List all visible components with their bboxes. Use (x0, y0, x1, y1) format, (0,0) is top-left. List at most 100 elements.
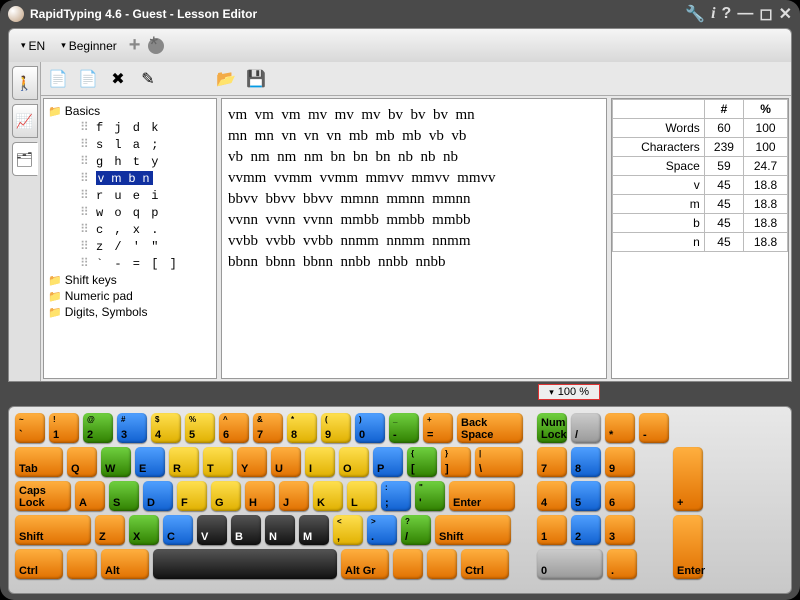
key-[interactable]: += (423, 413, 453, 443)
delete-icon[interactable]: ✖ (107, 68, 129, 90)
tab-run[interactable]: 🚶 (12, 66, 38, 100)
key-2[interactable]: @2 (83, 413, 113, 443)
key-p[interactable]: P (373, 447, 403, 477)
key-enter[interactable]: Enter (449, 481, 515, 511)
tree-lesson[interactable]: ` - = [ ] (48, 255, 212, 272)
numpad-key-2[interactable]: 2 (571, 515, 601, 545)
key-ctrl[interactable]: Ctrl (15, 549, 63, 579)
key-e[interactable]: E (135, 447, 165, 477)
key-4[interactable]: $4 (151, 413, 181, 443)
tree-lesson[interactable]: c , x . (48, 221, 212, 238)
key-backspace[interactable]: Back Space (457, 413, 523, 443)
key-i[interactable]: I (305, 447, 335, 477)
key-b[interactable]: B (231, 515, 261, 545)
key-blank[interactable] (393, 549, 423, 579)
info-icon[interactable]: i (711, 5, 715, 23)
tree-folder-basics[interactable]: Basics (48, 103, 212, 119)
key-n[interactable]: N (265, 515, 295, 545)
help-icon[interactable]: ? (722, 5, 732, 23)
key-1[interactable]: !1 (49, 413, 79, 443)
tree-lesson[interactable]: r u e i (48, 187, 212, 204)
numpad-key-1[interactable]: 1 (537, 515, 567, 545)
key-[interactable]: :; (381, 481, 411, 511)
tab-lessons[interactable]: 🗂 (12, 142, 38, 176)
key-[interactable]: {[ (407, 447, 437, 477)
key-l[interactable]: L (347, 481, 377, 511)
lesson-tree[interactable]: Basicsf j d ks l a ;g h t yv m b nr u e … (43, 98, 217, 379)
key-ctrl[interactable]: Ctrl (461, 549, 509, 579)
numpad-key-3[interactable]: 3 (605, 515, 635, 545)
key-[interactable]: ~` (15, 413, 45, 443)
key-v[interactable]: V (197, 515, 227, 545)
numpad-key-[interactable]: / (571, 413, 601, 443)
key-alt[interactable]: Alt (101, 549, 149, 579)
minimize-icon[interactable]: — (737, 5, 753, 23)
numpad-key-enter[interactable]: Enter (673, 515, 703, 579)
new-file-icon[interactable]: 📄 (47, 68, 69, 90)
key-[interactable]: "' (415, 481, 445, 511)
numpad-key-[interactable]: * (605, 413, 635, 443)
tab-stats[interactable]: 📈 (12, 104, 38, 138)
key-a[interactable]: A (75, 481, 105, 511)
key-[interactable]: |\ (475, 447, 523, 477)
tree-lesson[interactable]: g h t y (48, 153, 212, 170)
key-altgr[interactable]: Alt Gr (341, 549, 389, 579)
language-dropdown[interactable]: EN (17, 37, 49, 55)
numpad-key-6[interactable]: 6 (605, 481, 635, 511)
key-8[interactable]: *8 (287, 413, 317, 443)
key-6[interactable]: ^6 (219, 413, 249, 443)
numpad-key-[interactable]: . (607, 549, 637, 579)
key-0[interactable]: )0 (355, 413, 385, 443)
key-d[interactable]: D (143, 481, 173, 511)
numpad-key-9[interactable]: 9 (605, 447, 635, 477)
maximize-icon[interactable]: ◻ (759, 4, 772, 24)
key-blank[interactable] (427, 549, 457, 579)
numpad-key-[interactable]: - (639, 413, 669, 443)
key-[interactable]: >. (367, 515, 397, 545)
key-[interactable]: ?/ (401, 515, 431, 545)
key-y[interactable]: Y (237, 447, 267, 477)
key-j[interactable]: J (279, 481, 309, 511)
new-lesson-icon[interactable]: 📄 (77, 68, 99, 90)
key-k[interactable]: K (313, 481, 343, 511)
key-r[interactable]: R (169, 447, 199, 477)
key-f[interactable]: F (177, 481, 207, 511)
key-c[interactable]: C (163, 515, 193, 545)
key-s[interactable]: S (109, 481, 139, 511)
settings-icon[interactable] (148, 38, 164, 54)
tree-lesson[interactable]: v m b n (48, 170, 212, 187)
numpad-key-8[interactable]: 8 (571, 447, 601, 477)
key-9[interactable]: (9 (321, 413, 351, 443)
key-h[interactable]: H (245, 481, 275, 511)
save-icon[interactable]: 💾 (245, 68, 267, 90)
tree-lesson[interactable]: z / ' " (48, 238, 212, 255)
tree-lesson[interactable]: w o q p (48, 204, 212, 221)
key-blank[interactable] (153, 549, 337, 579)
lesson-text[interactable]: vm vm vm mv mv mv bv bv bv mn mn mn vn v… (221, 98, 607, 379)
numpad-key-7[interactable]: 7 (537, 447, 567, 477)
key-7[interactable]: &7 (253, 413, 283, 443)
key-x[interactable]: X (129, 515, 159, 545)
key-w[interactable]: W (101, 447, 131, 477)
key-3[interactable]: #3 (117, 413, 147, 443)
key-shift[interactable]: Shift (435, 515, 511, 545)
open-folder-icon[interactable]: 📂 (215, 68, 237, 90)
key-[interactable]: _- (389, 413, 419, 443)
tree-lesson[interactable]: s l a ; (48, 136, 212, 153)
wrench-icon[interactable]: 🔧 (685, 4, 705, 24)
tree-folder[interactable]: Numeric pad (48, 288, 212, 304)
key-t[interactable]: T (203, 447, 233, 477)
numpad-key-0[interactable]: 0 (537, 549, 603, 579)
key-tab[interactable]: Tab (15, 447, 63, 477)
tree-lesson[interactable]: f j d k (48, 119, 212, 136)
key-z[interactable]: Z (95, 515, 125, 545)
key-o[interactable]: O (339, 447, 369, 477)
key-blank[interactable] (67, 549, 97, 579)
zoom-dropdown[interactable]: 100 % (538, 384, 600, 400)
numpad-key-5[interactable]: 5 (571, 481, 601, 511)
key-u[interactable]: U (271, 447, 301, 477)
level-dropdown[interactable]: Beginner (57, 37, 121, 55)
key-shift[interactable]: Shift (15, 515, 91, 545)
key-5[interactable]: %5 (185, 413, 215, 443)
tree-folder[interactable]: Digits, Symbols (48, 304, 212, 320)
